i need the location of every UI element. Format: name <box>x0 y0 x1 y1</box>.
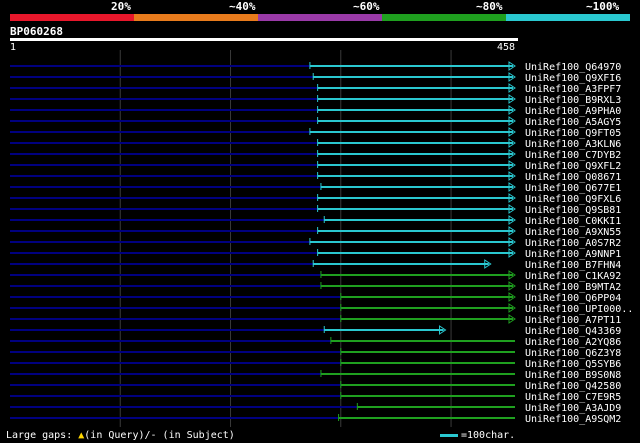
hit-label[interactable]: UniRef100_Q08671 <box>525 172 621 183</box>
hit-row[interactable]: UniRef100_A0S7R2 <box>10 237 621 249</box>
hit-row[interactable]: UniRef100_Q43369 <box>10 325 621 337</box>
hit-row[interactable]: UniRef100_C0KKI1 <box>10 215 621 227</box>
hit-label[interactable]: UniRef100_A3KLN6 <box>525 139 621 150</box>
hit-row[interactable]: UniRef100_C7E9R5 <box>10 392 621 403</box>
hit-label[interactable]: UniRef100_B9MTA2 <box>525 282 621 293</box>
hit-label[interactable]: UniRef100_A9PHA0 <box>525 106 621 117</box>
hit-row[interactable]: UniRef100_C7DYB2 <box>10 149 621 161</box>
hit-row[interactable]: UniRef100_Q42580 <box>10 381 621 392</box>
hit-row[interactable]: UniRef100_Q6Z3Y8 <box>10 348 621 359</box>
hit-row[interactable]: UniRef100_A9PHA0 <box>10 105 621 117</box>
hit-row[interactable]: UniRef100_A7PT11 <box>10 314 621 326</box>
alignment-plot: UniRef100_Q64970UniRef100_Q9XFI6UniRef10… <box>10 50 633 427</box>
hit-row[interactable]: UniRef100_Q6PP04 <box>10 292 621 304</box>
hit-row[interactable]: UniRef100_A5AGY5 <box>10 116 621 128</box>
hit-label[interactable]: UniRef100_A5AGY5 <box>525 117 621 128</box>
gap-legend: Large gaps: ▲(in Query)/- (in Subject) <box>6 430 235 441</box>
hit-label[interactable]: UniRef100_UPI000.. <box>525 304 633 315</box>
hit-row[interactable]: UniRef100_Q9XFL2 <box>10 160 621 172</box>
hit-row[interactable]: UniRef100_A2YQ86 <box>10 337 621 348</box>
hit-label[interactable]: UniRef100_B9S0N8 <box>525 370 621 381</box>
hit-label[interactable]: UniRef100_C1KA92 <box>525 271 621 282</box>
hit-label[interactable]: UniRef100_A3FPF7 <box>525 84 621 95</box>
hit-row[interactable]: UniRef100_Q9SB81 <box>10 204 621 216</box>
hit-row[interactable]: UniRef100_Q677E1 <box>10 182 621 194</box>
hit-label[interactable]: UniRef100_C0KKI1 <box>525 216 621 227</box>
hit-label[interactable]: UniRef100_Q9SB81 <box>525 205 621 216</box>
hit-row[interactable]: UniRef100_C1KA92 <box>10 270 621 282</box>
hit-label[interactable]: UniRef100_A7PT11 <box>525 315 621 326</box>
hit-row[interactable]: UniRef100_A9SQM2 <box>10 414 621 425</box>
hit-row[interactable]: UniRef100_Q64970 <box>10 61 621 73</box>
hit-row[interactable]: UniRef100_A9NNP1 <box>10 248 621 260</box>
hit-row[interactable]: UniRef100_UPI000.. <box>10 303 633 315</box>
hit-label[interactable]: UniRef100_A9XN55 <box>525 227 621 238</box>
scale-legend: =100char. <box>440 430 515 441</box>
hit-row[interactable]: UniRef100_B7FHN4 <box>10 259 621 271</box>
hit-row[interactable]: UniRef100_Q5SYB6 <box>10 359 621 370</box>
scale-label: =100char. <box>461 430 516 441</box>
hit-label[interactable]: UniRef100_B9RXL3 <box>525 95 621 106</box>
hit-label[interactable]: UniRef100_A3AJD9 <box>525 403 621 414</box>
hit-label[interactable]: UniRef100_Q677E1 <box>525 183 621 194</box>
gap-legend-text: (in Query)/- (in Subject) <box>84 430 235 441</box>
hit-label[interactable]: UniRef100_A2YQ86 <box>525 337 621 348</box>
hit-row[interactable]: UniRef100_B9RXL3 <box>10 94 621 106</box>
hit-row[interactable]: UniRef100_A3AJD9 <box>10 403 621 414</box>
hit-label[interactable]: UniRef100_Q6Z3Y8 <box>525 348 621 359</box>
hit-row[interactable]: UniRef100_A3FPF7 <box>10 83 621 95</box>
hit-label[interactable]: UniRef100_C7DYB2 <box>525 150 621 161</box>
hit-label[interactable]: UniRef100_Q42580 <box>525 381 621 392</box>
hit-label[interactable]: UniRef100_A9NNP1 <box>525 249 621 260</box>
hit-label[interactable]: UniRef100_A9SQM2 <box>525 414 621 425</box>
hit-row[interactable]: UniRef100_A3KLN6 <box>10 138 621 150</box>
hit-row[interactable]: UniRef100_Q9XFI6 <box>10 72 621 84</box>
hit-label[interactable]: UniRef100_Q9XFL2 <box>525 161 621 172</box>
hit-row[interactable]: UniRef100_B9S0N8 <box>10 370 621 381</box>
hit-label[interactable]: UniRef100_C7E9R5 <box>525 392 621 403</box>
hit-label[interactable]: UniRef100_A0S7R2 <box>525 238 621 249</box>
hit-label[interactable]: UniRef100_Q9FT05 <box>525 128 621 139</box>
hit-label[interactable]: UniRef100_Q9FXL6 <box>525 194 621 205</box>
hit-row[interactable]: UniRef100_Q08671 <box>10 171 621 183</box>
hit-row[interactable]: UniRef100_A9XN55 <box>10 226 621 238</box>
hit-row[interactable]: UniRef100_Q9FXL6 <box>10 193 621 205</box>
hit-row[interactable]: UniRef100_Q9FT05 <box>10 127 621 139</box>
scale-line-icon <box>440 434 458 437</box>
hit-label[interactable]: UniRef100_Q43369 <box>525 326 621 337</box>
hit-label[interactable]: UniRef100_Q6PP04 <box>525 293 621 304</box>
hit-row[interactable]: UniRef100_B9MTA2 <box>10 281 621 293</box>
hit-label[interactable]: UniRef100_Q64970 <box>525 62 621 73</box>
hit-label[interactable]: UniRef100_Q9XFI6 <box>525 73 621 84</box>
gap-legend-prefix: Large gaps: <box>6 430 79 441</box>
hit-label[interactable]: UniRef100_Q5SYB6 <box>525 359 621 370</box>
hit-label[interactable]: UniRef100_B7FHN4 <box>525 260 621 271</box>
